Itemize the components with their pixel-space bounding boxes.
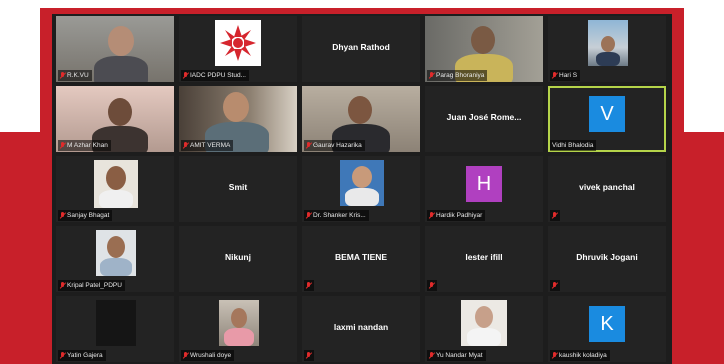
participant-name-tag: Dr. Shanker Kris... [304,210,369,221]
participant-name-tag: AMIT VERMA [181,140,234,151]
avatar: V [589,96,625,132]
gallery-grid: R.K.VU IADC PDPU Stud... Dhyan Rathod Pa… [56,16,670,362]
participant-name-tag [304,350,314,361]
mic-muted-icon [552,352,557,359]
participant-display-name: BEMA TIENE [334,252,388,262]
participant-tile[interactable]: vivek panchal [548,156,666,222]
participant-name-tag [550,210,560,221]
participant-tile[interactable]: Yu Nandar Myat [425,296,543,362]
participant-name-tag: Yatin Gajera [58,350,106,361]
participant-display-name: Dhruvik Jogani [576,252,638,262]
participant-name-tag [304,280,314,291]
mic-muted-icon [183,72,188,79]
participant-tile[interactable]: AMIT VERMA [179,86,297,152]
participant-tile[interactable]: Wrushali doye [179,296,297,362]
participant-tile[interactable]: Sanjay Bhagat [56,156,174,222]
mic-muted-icon [306,142,311,149]
participant-tile[interactable]: laxmi nandan [302,296,420,362]
mic-muted-icon [552,72,557,79]
participant-tile[interactable]: M Azhar Khan [56,86,174,152]
participant-name-tag [427,280,437,291]
mic-muted-icon [306,282,311,289]
participant-display-name: Smit [228,182,248,192]
participant-photo [94,160,138,208]
participant-display-name: Nikunj [225,252,251,262]
mic-muted-icon [429,72,434,79]
mic-muted-icon [183,142,188,149]
participant-name-tag: Gaurav Hazarika [304,140,365,151]
participant-tile[interactable]: Kripal Patel_PDPU [56,226,174,292]
participant-tile[interactable]: Smit [179,156,297,222]
mic-muted-icon [429,282,434,289]
participant-tile[interactable]: Dhruvik Jogani [548,226,666,292]
participant-tile[interactable]: Yatin Gajera [56,296,174,362]
mic-muted-icon [60,352,65,359]
participant-photo [588,20,628,66]
participant-name-tag: Yu Nandar Myat [427,350,486,361]
organization-logo [215,20,261,66]
participant-tile[interactable]: H Hardik Padhiyar [425,156,543,222]
participant-tile[interactable]: Parag Bhoraniya [425,16,543,82]
meeting-window: R.K.VU IADC PDPU Stud... Dhyan Rathod Pa… [52,14,672,364]
participant-photo [96,230,136,276]
mic-muted-icon [429,212,434,219]
participant-name-tag: R.K.VU [58,70,92,81]
participant-name-tag: Wrushali doye [181,350,235,361]
mic-muted-icon [60,142,65,149]
mic-muted-icon [60,72,65,79]
participant-tile[interactable]: R.K.VU [56,16,174,82]
mic-muted-icon [183,352,188,359]
participant-tile[interactable]: IADC PDPU Stud... [179,16,297,82]
mic-muted-icon [429,352,434,359]
mic-muted-icon [552,212,557,219]
participant-photo [340,160,384,206]
participant-name-tag: Vidhi Bhalodia [550,140,597,151]
participant-tile[interactable]: BEMA TIENE [302,226,420,292]
avatar: K [589,306,625,342]
participant-name-tag: kaushik koladiya [550,350,610,361]
participant-tile[interactable]: Nikunj [179,226,297,292]
participant-name-tag: Parag Bhoraniya [427,70,488,81]
participant-display-name: Dhyan Rathod [332,42,390,52]
mic-muted-icon [60,212,65,219]
participant-name-tag: Sanjay Bhagat [58,210,113,221]
participant-tile[interactable]: Juan José Rome... [425,86,543,152]
participant-name-tag: Hardik Padhiyar [427,210,486,221]
participant-name-tag: Hari S [550,70,581,81]
participant-tile[interactable]: Hari S [548,16,666,82]
participant-name-tag: IADC PDPU Stud... [181,70,249,81]
mic-muted-icon [306,352,311,359]
participant-display-name: lester ifill [465,252,503,262]
participant-display-name: laxmi nandan [333,322,389,332]
participant-display-name: Juan José Rome... [446,112,522,122]
participant-name-tag: M Azhar Khan [58,140,111,151]
participant-name-tag: Kripal Patel_PDPU [58,280,125,291]
participant-name-tag [550,280,560,291]
participant-photo [219,300,259,346]
participant-tile[interactable]: Gaurav Hazarika [302,86,420,152]
participant-tile[interactable]: Dhyan Rathod [302,16,420,82]
participant-tile[interactable]: lester ifill [425,226,543,292]
participant-display-name: vivek panchal [579,182,635,192]
avatar: H [466,166,502,202]
participant-photo [461,300,507,346]
mic-muted-icon [60,282,65,289]
participant-tile[interactable]: Dr. Shanker Kris... [302,156,420,222]
participant-photo [96,300,136,346]
mic-muted-icon [306,212,311,219]
mic-muted-icon [552,282,557,289]
participant-tile-active-speaker[interactable]: V Vidhi Bhalodia [548,86,666,152]
participant-tile[interactable]: K kaushik koladiya [548,296,666,362]
